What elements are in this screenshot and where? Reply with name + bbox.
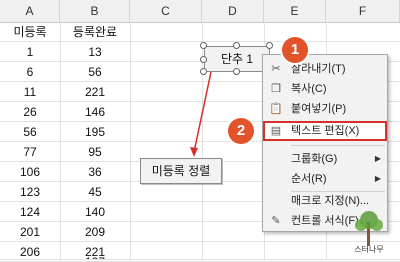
menu-item-label: 그룹화(G) <box>291 153 338 165</box>
resize-handle[interactable] <box>233 68 240 75</box>
submenu-arrow-icon: ▶ <box>374 174 381 183</box>
paste-icon: 📋 <box>269 103 283 115</box>
scissors-icon: ✂ <box>271 63 281 75</box>
resize-handle[interactable] <box>266 42 273 49</box>
menu-item-label: 복사(C) <box>291 83 327 95</box>
resize-handle[interactable] <box>233 42 240 49</box>
menu-item-group[interactable]: 그룹화(G) ▶ <box>263 149 387 169</box>
sort-unregistered-button[interactable]: 미등록 정렬 <box>140 158 222 184</box>
menu-item-label: 순서(R) <box>291 173 327 185</box>
step-badge-2: 2 <box>228 118 254 144</box>
copy-icon: ❐ <box>271 83 281 95</box>
resize-handle[interactable] <box>200 42 207 49</box>
menu-item-label: 텍스트 편집(X) <box>291 125 360 137</box>
format-control-icon: ✎ <box>271 215 281 227</box>
menu-item-paste[interactable]: 📋 붙여넣기(P) <box>263 99 387 119</box>
resize-handle[interactable] <box>200 56 207 63</box>
resize-handle[interactable] <box>200 68 207 75</box>
menu-separator <box>291 145 385 146</box>
menu-item-order[interactable]: 순서(R) ▶ <box>263 169 387 189</box>
menu-item-edit-text[interactable]: ▤ 텍스트 편집(X) <box>263 121 387 141</box>
menu-item-label: 붙여넣기(P) <box>291 103 347 115</box>
watermark-text: 스터나무 <box>354 245 383 254</box>
menu-item-copy[interactable]: ❐ 복사(C) <box>263 79 387 99</box>
edit-text-icon: ▤ <box>270 125 282 137</box>
watermark-logo: 스터나무 <box>354 211 384 254</box>
submenu-arrow-icon: ▶ <box>374 154 381 163</box>
step-badge-1: 1 <box>282 37 308 63</box>
menu-item-cut[interactable]: ✂ 잘라내기(T) <box>263 59 387 79</box>
